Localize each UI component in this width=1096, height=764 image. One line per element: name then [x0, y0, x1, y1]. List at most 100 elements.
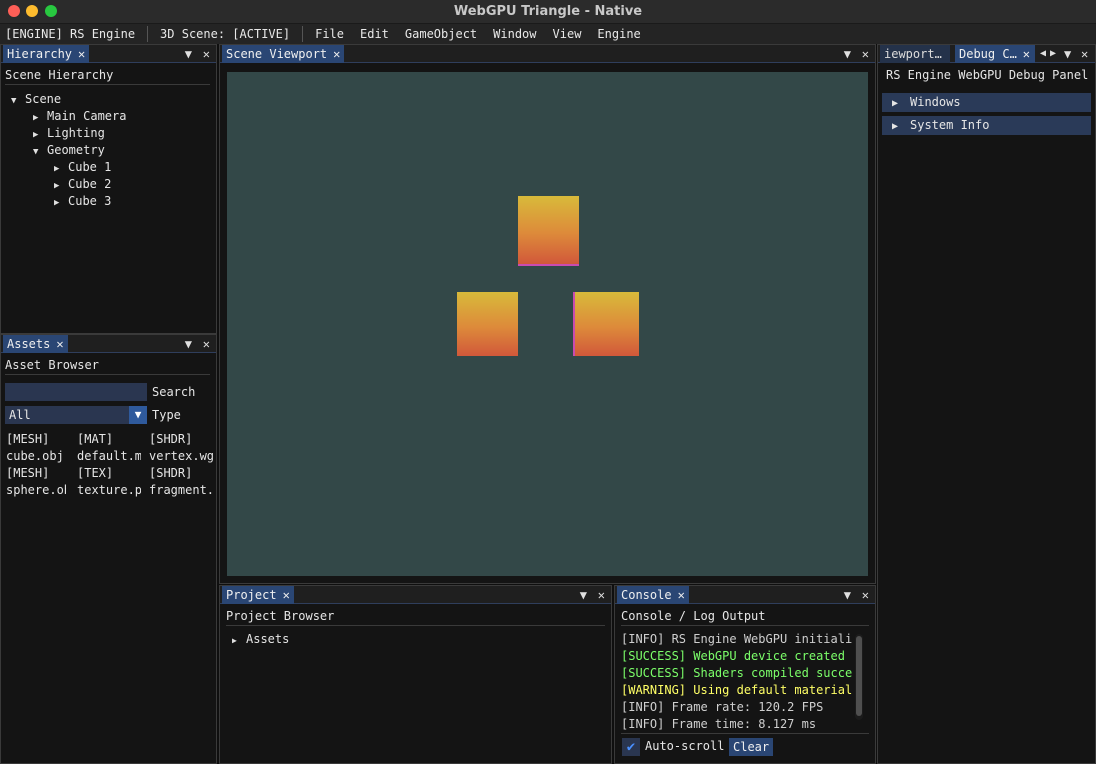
panel-menu-icon[interactable]: ▼: [844, 45, 851, 63]
close-icon[interactable]: ✕: [283, 588, 290, 602]
close-icon[interactable]: ✕: [862, 45, 869, 63]
type-select[interactable]: All ▼: [5, 406, 147, 424]
asset-type-tag: [MESH]: [6, 432, 50, 446]
menu-gameobject[interactable]: GameObject: [397, 24, 485, 44]
cube-1-render[interactable]: [518, 196, 579, 266]
panel-title: Console / Log Output: [621, 609, 766, 623]
window-title: WebGPU Triangle - Native: [453, 4, 643, 19]
menu-engine[interactable]: Engine: [589, 24, 648, 44]
hierarchy-panel: Hierarchy ✕ ▼ ✕ Scene Hierarchy ▼ Scene ▶ M…: [0, 44, 217, 334]
project-tabbar: Project ✕ ▼ ✕: [220, 586, 611, 604]
tree-item-label: Assets: [246, 632, 290, 646]
tab-project[interactable]: Project ✕: [222, 586, 294, 604]
menubar-divider: [147, 26, 149, 42]
project-body: Project Browser ▶ Assets: [220, 605, 611, 763]
divider: [226, 625, 605, 626]
close-icon[interactable]: ✕: [1023, 47, 1030, 61]
close-icon[interactable]: ✕: [598, 586, 605, 604]
tree-item-main-camera[interactable]: ▶ Main Camera: [33, 108, 126, 125]
cube-3-render[interactable]: [573, 292, 639, 356]
scene-viewport-panel: Scene Viewport ✕ ▼ ✕: [219, 44, 876, 584]
menu-edit[interactable]: Edit: [352, 24, 397, 44]
close-icon[interactable]: ✕: [78, 47, 85, 61]
triangle-right-icon[interactable]: ▶: [892, 117, 910, 136]
close-icon[interactable]: ✕: [333, 47, 340, 61]
log-scroll-region[interactable]: [INFO] RS Engine WebGPU initializ [SUCCE…: [617, 632, 853, 730]
close-icon[interactable]: ✕: [862, 586, 869, 604]
assets-body: Asset Browser Search All ▼ Type [MESH] […: [1, 354, 216, 763]
scrollbar-thumb[interactable]: [856, 636, 862, 716]
log-scrollbar[interactable]: [855, 634, 863, 720]
debug-panel: iewport… Debug C… ✕ ◀ ▶ ▼ ✕ RS Engine Web…: [877, 44, 1096, 764]
panel-menu-icon[interactable]: ▼: [580, 586, 587, 604]
asset-item[interactable]: cube.obj: [6, 449, 66, 463]
close-icon[interactable]: ✕: [1081, 45, 1088, 63]
tab-assets[interactable]: Assets ✕: [3, 335, 68, 353]
tree-item-label: Geometry: [47, 143, 105, 157]
menu-view[interactable]: View: [545, 24, 590, 44]
close-icon[interactable]: ✕: [203, 45, 210, 63]
panel-menu-icon[interactable]: ▼: [844, 586, 851, 604]
menu-window[interactable]: Window: [485, 24, 544, 44]
tree-item-label: Cube 3: [68, 194, 112, 208]
tree-item-lighting[interactable]: ▶ Lighting: [33, 125, 105, 142]
triangle-down-icon[interactable]: ▼: [33, 144, 47, 161]
type-select-value: All: [9, 408, 31, 422]
tab-scroll-right-icon[interactable]: ▶: [1050, 45, 1056, 63]
engine-label: [ENGINE] RS Engine: [5, 27, 136, 41]
tab-console[interactable]: Console ✕: [617, 586, 689, 604]
viewport-tabbar: Scene Viewport ✕ ▼ ✕: [220, 45, 875, 63]
log-line-success: [SUCCESS] WebGPU device created: [621, 649, 845, 663]
close-icon[interactable]: ✕: [203, 335, 210, 353]
close-icon[interactable]: ✕: [56, 337, 63, 351]
log-line-success: [SUCCESS] Shaders compiled succes: [621, 666, 853, 680]
panel-title: RS Engine WebGPU Debug Panel: [886, 68, 1089, 82]
asset-item[interactable]: default.m: [77, 449, 141, 463]
asset-type-tag: [MESH]: [6, 466, 50, 480]
collapsing-header-system-info[interactable]: ▶ System Info: [882, 116, 1091, 135]
tree-item-cube-1[interactable]: ▶ Cube 1: [54, 159, 111, 176]
tree-item-label: Scene: [25, 92, 62, 106]
asset-type-tag: [SHDR]: [149, 466, 193, 480]
menu-file[interactable]: File: [307, 24, 352, 44]
viewport-body: [220, 64, 875, 583]
triangle-right-icon[interactable]: ▶: [54, 195, 68, 212]
tree-item-geometry[interactable]: ▼ Geometry: [33, 142, 105, 159]
autoscroll-checkbox[interactable]: ✔: [622, 738, 640, 756]
tree-item-scene[interactable]: ▼ Scene: [11, 91, 61, 108]
chevron-down-icon[interactable]: ▼: [129, 406, 147, 424]
asset-type-tag: [MAT]: [77, 432, 114, 446]
tree-item-assets[interactable]: ▶ Assets: [232, 631, 289, 648]
search-input[interactable]: [5, 383, 147, 401]
assets-panel: Assets ✕ ▼ ✕ Asset Browser Search All ▼ T…: [0, 334, 217, 764]
tree-item-cube-2[interactable]: ▶ Cube 2: [54, 176, 111, 193]
collapsing-header-windows[interactable]: ▶ Windows: [882, 93, 1091, 112]
menubar: [ENGINE] RS Engine 3D Scene: [ACTIVE] Fi…: [0, 24, 1096, 44]
asset-item[interactable]: fragment.: [149, 483, 213, 497]
clear-button[interactable]: Clear: [729, 738, 774, 756]
checkmark-icon: ✔: [626, 739, 636, 755]
scene-render-canvas[interactable]: [227, 72, 868, 576]
tab-hierarchy[interactable]: Hierarchy ✕: [3, 45, 90, 63]
panel-menu-icon[interactable]: ▼: [185, 45, 192, 63]
panel-menu-icon[interactable]: ▼: [1064, 45, 1071, 63]
tree-item-cube-3[interactable]: ▶ Cube 3: [54, 193, 111, 210]
close-icon[interactable]: ✕: [678, 588, 685, 602]
tree-item-label: Cube 2: [68, 177, 112, 191]
tab-debug-console[interactable]: Debug C… ✕: [955, 45, 1035, 63]
triangle-right-icon[interactable]: ▶: [892, 94, 910, 113]
asset-item[interactable]: sphere.ob: [6, 483, 66, 497]
panel-menu-icon[interactable]: ▼: [185, 335, 192, 353]
asset-item[interactable]: texture.p: [77, 483, 141, 497]
tab-scene-viewport[interactable]: Scene Viewport ✕: [222, 45, 345, 63]
tab-viewport-collapsed[interactable]: iewport…: [880, 45, 950, 63]
panel-title: Project Browser: [226, 609, 335, 623]
tree-item-label: Cube 1: [68, 160, 112, 174]
log-line-info: [INFO] RS Engine WebGPU initializ: [621, 632, 853, 646]
triangle-right-icon[interactable]: ▶: [232, 632, 246, 649]
triangle-down-icon[interactable]: ▼: [11, 93, 25, 110]
tab-scroll-left-icon[interactable]: ◀: [1040, 45, 1046, 63]
asset-item[interactable]: vertex.wg: [149, 449, 213, 463]
tab-label: Assets: [7, 337, 51, 351]
cube-2-render[interactable]: [457, 292, 518, 356]
